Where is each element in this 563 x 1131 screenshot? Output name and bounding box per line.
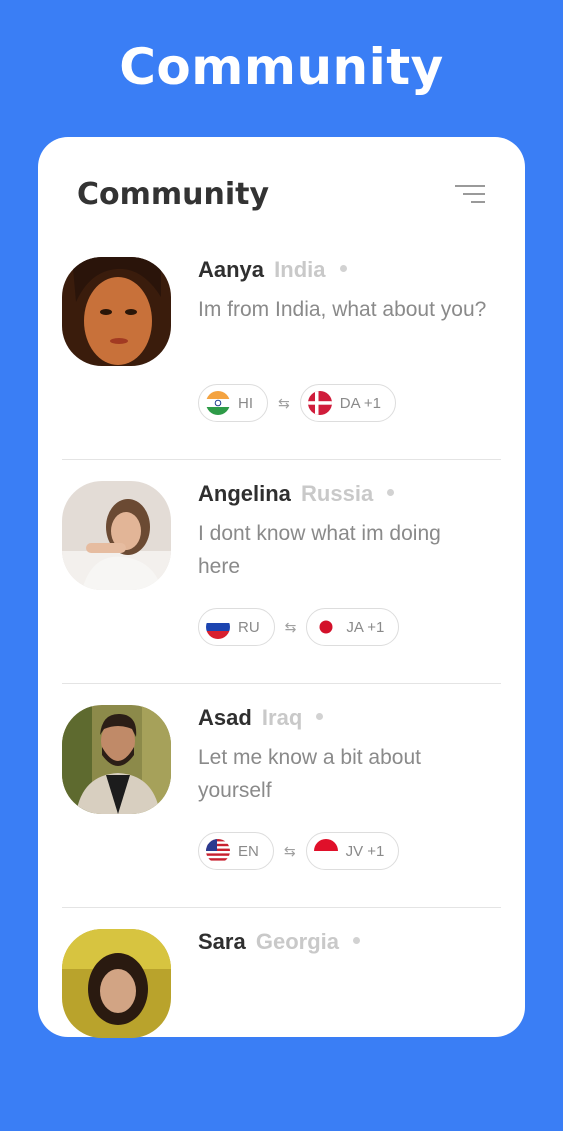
user-country: Iraq xyxy=(261,705,303,730)
user-country: India xyxy=(274,257,326,282)
user-name: Angelina xyxy=(198,481,291,506)
native-language-chip[interactable]: RU xyxy=(198,608,275,646)
user-row[interactable]: Aanya India Im from India, what about yo… xyxy=(62,235,501,460)
flag-usa-icon xyxy=(206,839,230,863)
community-card: Community Aanya India Im from India, wha… xyxy=(38,137,525,1038)
user-message: I dont know what im doing here xyxy=(198,522,441,578)
language-pair: EN ⇆ JV +1 xyxy=(198,832,400,870)
user-name-line: Asad Iraq xyxy=(198,705,324,731)
user-message: Let me know a bit about yourself xyxy=(198,746,421,802)
user-row[interactable]: Sara Georgia xyxy=(62,907,501,1131)
learning-language-code: JA +1 xyxy=(346,618,385,636)
page-title: Community xyxy=(119,38,444,96)
user-name: Aanya xyxy=(198,257,265,282)
user-name-line: Angelina Russia xyxy=(198,481,395,507)
learning-language-chip[interactable]: DA +1 xyxy=(299,384,397,422)
status-dot xyxy=(387,488,395,496)
flag-india-icon xyxy=(206,391,230,415)
swap-arrows-icon: ⇆ xyxy=(284,618,297,635)
learning-language-chip[interactable]: JV +1 xyxy=(305,832,400,870)
user-name: Sara xyxy=(198,929,246,954)
native-language-chip[interactable]: HI xyxy=(198,384,268,422)
filter-lines-icon xyxy=(455,185,485,203)
status-dot xyxy=(339,264,347,272)
avatar[interactable] xyxy=(62,257,171,366)
flag-japan-icon xyxy=(314,615,339,639)
learning-language-code: JV +1 xyxy=(345,842,385,860)
native-language-code: HI xyxy=(238,394,253,412)
user-name-line: Sara Georgia xyxy=(198,929,361,955)
avatar[interactable] xyxy=(62,929,171,1038)
user-country: Georgia xyxy=(255,929,339,954)
status-dot xyxy=(316,712,324,720)
user-row[interactable]: Angelina Russia I dont know what im doin… xyxy=(62,459,501,684)
user-name-line: Aanya India xyxy=(198,257,347,283)
language-pair: HI ⇆ DA +1 xyxy=(198,384,397,422)
language-pair: RU ⇆ JA +1 xyxy=(198,608,400,646)
avatar[interactable] xyxy=(62,481,171,590)
filter-button[interactable] xyxy=(451,183,491,207)
user-row[interactable]: Asad Iraq Let me know a bit about yourse… xyxy=(62,683,501,908)
user-name: Asad xyxy=(198,705,252,730)
status-dot xyxy=(353,936,361,944)
flag-russia-icon xyxy=(206,615,230,639)
native-language-chip[interactable]: EN xyxy=(198,832,274,870)
learning-language-code: DA +1 xyxy=(339,394,382,412)
user-message: Im from India, what about you? xyxy=(198,298,487,321)
swap-arrows-icon: ⇆ xyxy=(278,394,290,411)
learning-language-chip[interactable]: JA +1 xyxy=(306,608,400,646)
user-country: Russia xyxy=(301,481,374,506)
flag-denmark-icon xyxy=(307,391,332,415)
native-language-code: EN xyxy=(238,842,259,860)
native-language-code: RU xyxy=(238,618,260,636)
swap-arrows-icon: ⇆ xyxy=(283,842,296,859)
avatar[interactable] xyxy=(62,705,171,814)
card-title: Community xyxy=(77,177,270,212)
flag-indonesia-icon xyxy=(313,839,338,863)
